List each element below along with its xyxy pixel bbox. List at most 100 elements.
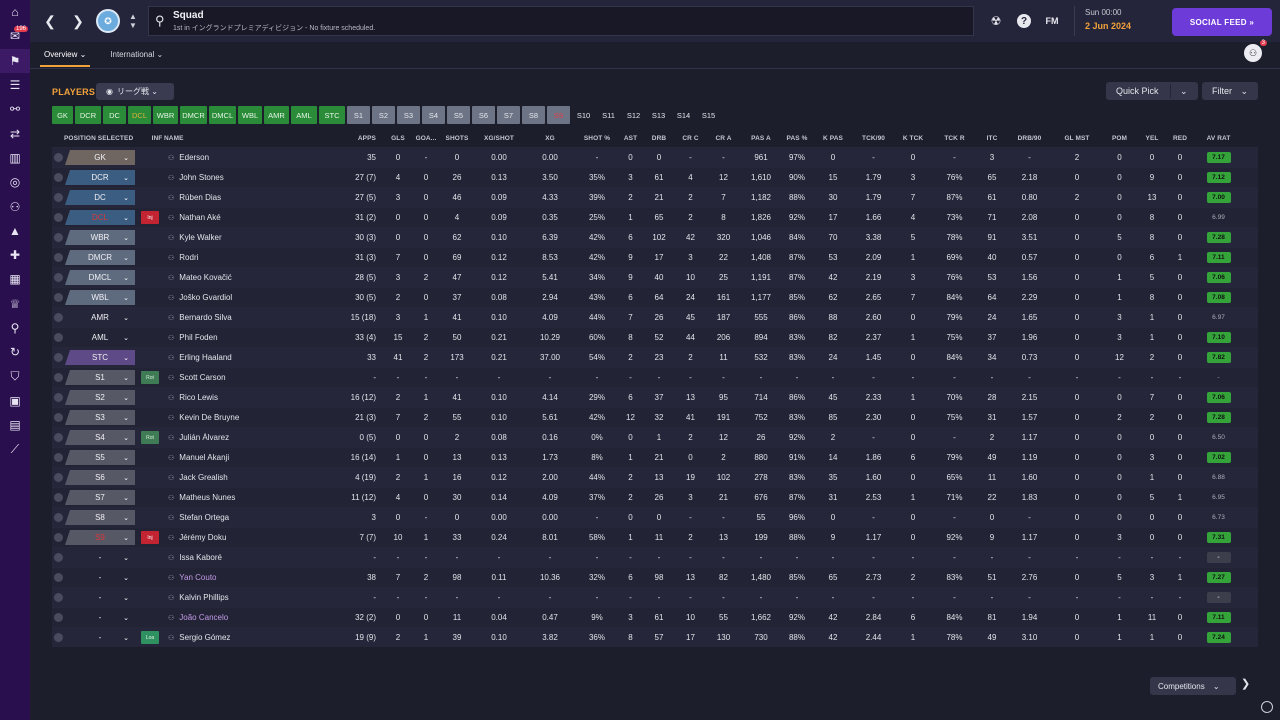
player-name-cell[interactable]: ⚇ Kalvin Phillips — [164, 593, 304, 602]
player-name[interactable]: Matheus Nunes — [179, 493, 235, 502]
player-name-cell[interactable]: ⚇ Joško Gvardiol — [164, 293, 304, 302]
position-select[interactable]: - ⌄ — [65, 590, 135, 605]
table-row[interactable]: DCR ⌄ ⚇ John Stones 27 (7) 4 0 26 0.13 3.50 35% 3 61… — [52, 167, 1258, 187]
transfers-icon[interactable]: ⇄ — [0, 121, 30, 145]
status-badge[interactable]: Rot — [141, 431, 159, 444]
position-select[interactable]: AMR ⌄ — [65, 310, 135, 325]
table-row[interactable]: - ⌄ ⚇ João Cancelo 32 (2) 0 0 11 0.04 0.47 9% 3 61 10… — [52, 607, 1258, 627]
bug-report-icon[interactable]: ☢ — [982, 0, 1010, 42]
quick-pick-button[interactable]: Quick Pick ⌄ — [1106, 82, 1198, 100]
position-button-dmcr[interactable]: DMCR — [180, 106, 207, 124]
row-select-checkbox[interactable] — [52, 633, 64, 642]
position-button-aml[interactable]: AML — [291, 106, 317, 124]
search-icon[interactable]: ⚲ — [155, 13, 173, 29]
player-name-cell[interactable]: ⚇ Yan Couto — [164, 573, 304, 582]
player-name-cell[interactable]: ⚇ Matheus Nunes — [164, 493, 304, 502]
row-select-checkbox[interactable] — [52, 493, 64, 502]
table-row[interactable]: DC ⌄ ⚇ Rúben Dias 27 (5) 3 0 46 0.09 4.33 39% 2 21 2 7… — [52, 187, 1258, 207]
help-icon[interactable]: ? — [1010, 0, 1038, 42]
column-header[interactable]: INF — [150, 135, 164, 142]
position-button-s14[interactable]: S14 — [672, 106, 695, 124]
position-button-s6[interactable]: S6 — [472, 106, 495, 124]
table-row[interactable]: S1 ⌄ Rot ⚇ Scott Carson - - - - - - - - - - - - - - - - - - - - -… — [52, 367, 1258, 387]
position-button-dc[interactable]: DC — [103, 106, 126, 124]
position-select[interactable]: AML ⌄ — [65, 330, 135, 345]
column-header[interactable]: XG — [524, 135, 576, 142]
column-header[interactable]: DRB — [643, 135, 675, 142]
position-select[interactable]: DMCR ⌄ — [65, 250, 135, 265]
player-name[interactable]: Kyle Walker — [179, 233, 221, 242]
column-header[interactable]: XG/SHOT — [474, 135, 524, 142]
position-select[interactable]: DMCL ⌄ — [65, 270, 135, 285]
player-name[interactable]: Joško Gvardiol — [179, 293, 232, 302]
player-name-cell[interactable]: ⚇ Bernardo Silva — [164, 313, 304, 322]
position-select[interactable]: - ⌄ — [65, 630, 135, 645]
row-select-checkbox[interactable] — [52, 613, 64, 622]
column-header[interactable]: CR C — [675, 135, 706, 142]
column-header[interactable]: RED — [1167, 135, 1193, 142]
player-name[interactable]: Scott Carson — [179, 373, 225, 382]
staff-icon[interactable]: ⚇ — [0, 194, 30, 218]
row-select-checkbox[interactable] — [52, 193, 64, 202]
row-select-checkbox[interactable] — [52, 413, 64, 422]
scouting-icon[interactable]: ◎ — [0, 170, 30, 194]
column-header[interactable]: PAS % — [781, 135, 813, 142]
player-name-cell[interactable]: ⚇ Issa Kaboré — [164, 553, 304, 562]
table-row[interactable]: AMR ⌄ ⚇ Bernardo Silva 15 (18) 3 1 41 0.10 4.09 44… — [52, 307, 1258, 327]
position-button-s1[interactable]: S1 — [347, 106, 370, 124]
column-header[interactable]: SHOT % — [576, 135, 618, 142]
dev-centre-icon[interactable]: ↻ — [0, 340, 30, 364]
table-row[interactable]: WBR ⌄ ⚇ Kyle Walker 30 (3) 0 0 62 0.10 6.39 42% 6 10… — [52, 227, 1258, 247]
position-button-s7[interactable]: S7 — [497, 106, 520, 124]
player-name-cell[interactable]: ⚇ João Cancelo — [164, 613, 304, 622]
position-button-s2[interactable]: S2 — [372, 106, 395, 124]
status-badge[interactable]: Inj — [141, 211, 159, 224]
position-button-s15[interactable]: S15 — [697, 106, 720, 124]
column-header[interactable]: AST — [618, 135, 643, 142]
player-name[interactable]: John Stones — [179, 173, 223, 182]
inbox-icon[interactable]: ✉ 196 — [0, 24, 30, 48]
position-select[interactable]: DCL ⌄ — [65, 210, 135, 225]
player-name[interactable]: Sergio Gómez — [179, 633, 230, 642]
position-button-s9[interactable]: S9 — [547, 106, 570, 124]
row-select-checkbox[interactable] — [52, 333, 64, 342]
column-header[interactable]: YEL — [1137, 135, 1167, 142]
player-name[interactable]: Nathan Aké — [179, 213, 220, 222]
player-name[interactable]: Phil Foden — [179, 333, 217, 342]
position-select[interactable]: S2 ⌄ — [65, 390, 135, 405]
position-select[interactable]: DCR ⌄ — [65, 170, 135, 185]
table-row[interactable]: DMCL ⌄ ⚇ Mateo Kovačić 28 (5) 3 2 47 0.12 5.41 34%… — [52, 267, 1258, 287]
player-name-cell[interactable]: ⚇ Manuel Akanji — [164, 453, 304, 462]
row-select-checkbox[interactable] — [52, 213, 64, 222]
player-name[interactable]: Julián Álvarez — [179, 433, 229, 442]
home-icon[interactable]: ⌂ — [0, 0, 30, 24]
player-name[interactable]: Kevin De Bruyne — [179, 413, 239, 422]
tactics-icon[interactable]: ⚯ — [0, 97, 30, 121]
club-crest-icon[interactable]: ✪ — [96, 9, 120, 33]
table-row[interactable]: S6 ⌄ ⚇ Jack Grealish 4 (19) 2 1 16 0.12 2.00 44% 2 1… — [52, 467, 1258, 487]
table-row[interactable]: S3 ⌄ ⚇ Kevin De Bruyne 21 (3) 7 2 55 0.10 5.61 42%… — [52, 407, 1258, 427]
staff-icon[interactable]: ⚇ 3 — [1244, 40, 1267, 62]
table-row[interactable]: S9 ⌄ Inj ⚇ Jérémy Doku 7 (7) 10 1 33 0.24 8.01 58% 1… — [52, 527, 1258, 547]
title-search-bar[interactable]: ⚲ Squad 1st in イングランドプレミアディビジョン - No fix… — [148, 6, 974, 36]
player-name-cell[interactable]: ⚇ Ederson — [164, 153, 304, 162]
row-select-checkbox[interactable] — [52, 513, 64, 522]
player-name-cell[interactable]: ⚇ John Stones — [164, 173, 304, 182]
training-icon[interactable]: ▲ — [0, 219, 30, 243]
position-select[interactable]: STC ⌄ — [65, 350, 135, 365]
position-button-s12[interactable]: S12 — [622, 106, 645, 124]
player-name-cell[interactable]: ⚇ Jack Grealish — [164, 473, 304, 482]
medical-icon[interactable]: ✚ — [0, 243, 30, 267]
player-name-cell[interactable]: ⚇ Kyle Walker — [164, 233, 304, 242]
chevron-down-icon[interactable]: ⌄ — [1180, 86, 1188, 97]
position-button-dmcl[interactable]: DMCL — [209, 106, 236, 124]
row-select-checkbox[interactable] — [52, 233, 64, 242]
position-button-s3[interactable]: S3 — [397, 106, 420, 124]
column-header[interactable]: GLS — [384, 135, 412, 142]
row-select-checkbox[interactable] — [52, 533, 64, 542]
column-header[interactable]: DRB/90 — [1007, 135, 1052, 142]
player-name-cell[interactable]: ⚇ Mateo Kovačić — [164, 273, 304, 282]
column-header[interactable]: POSITION SELECTED — [64, 135, 150, 142]
row-select-checkbox[interactable] — [52, 293, 64, 302]
player-name[interactable]: Erling Haaland — [179, 353, 231, 362]
